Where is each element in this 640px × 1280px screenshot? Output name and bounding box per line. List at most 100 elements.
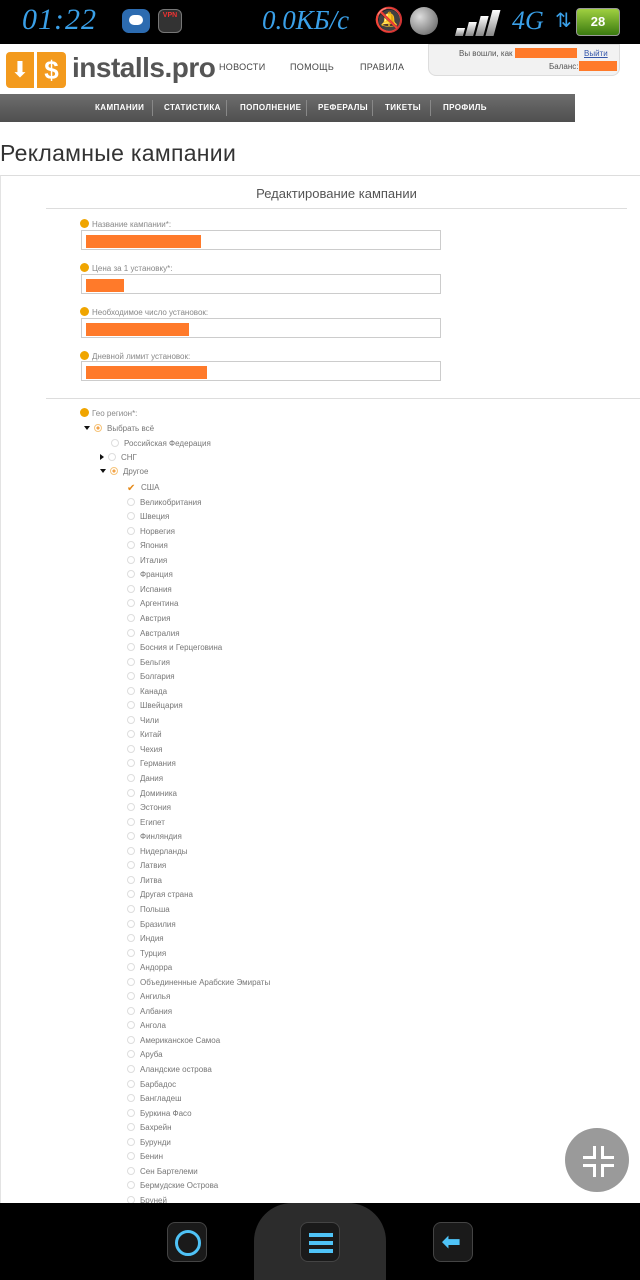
country-item[interactable]: Египет (127, 816, 165, 830)
country-checkbox[interactable] (127, 599, 135, 607)
country-checkbox[interactable] (127, 1152, 135, 1160)
country-checkbox[interactable] (127, 949, 135, 957)
country-checkbox[interactable] (127, 920, 135, 928)
country-checkbox[interactable] (127, 890, 135, 898)
help-icon[interactable] (80, 307, 89, 316)
country-checkbox[interactable] (127, 485, 136, 493)
country-checkbox[interactable] (127, 978, 135, 986)
country-checkbox[interactable] (127, 556, 135, 564)
install-price-input[interactable] (81, 274, 441, 294)
country-checkbox[interactable] (127, 585, 135, 593)
country-item[interactable]: Болгария (127, 670, 175, 684)
country-item[interactable]: Австралия (127, 627, 180, 641)
country-item[interactable]: Литва (127, 874, 162, 888)
help-icon[interactable] (80, 219, 89, 228)
country-checkbox[interactable] (127, 716, 135, 724)
country-item[interactable]: Китай (127, 728, 162, 742)
tree-checkbox[interactable] (108, 453, 116, 461)
tree-group-cis[interactable]: СНГ (100, 451, 137, 465)
country-item[interactable]: Бурунди (127, 1136, 171, 1150)
country-item[interactable]: Латвия (127, 859, 166, 873)
country-item[interactable]: Италия (127, 554, 167, 568)
logo-icon[interactable]: ⬇ $ (6, 52, 66, 88)
country-checkbox[interactable] (127, 745, 135, 753)
back-button[interactable]: ⬅ (433, 1222, 473, 1262)
country-item[interactable]: Эстония (127, 801, 171, 815)
main-nav-tickets[interactable]: ТИКЕТЫ (385, 103, 421, 112)
required-installs-input[interactable] (81, 318, 441, 338)
country-checkbox[interactable] (127, 789, 135, 797)
nav-link-news[interactable]: НОВОСТИ (219, 62, 265, 72)
country-checkbox[interactable] (127, 1050, 135, 1058)
country-item[interactable]: Чехия (127, 743, 162, 757)
country-checkbox[interactable] (127, 1007, 135, 1015)
country-checkbox[interactable] (127, 1181, 135, 1189)
country-checkbox[interactable] (127, 614, 135, 622)
nav-link-rules[interactable]: ПРАВИЛА (360, 62, 404, 72)
country-item[interactable]: Аландские острова (127, 1063, 212, 1077)
country-checkbox[interactable] (127, 1123, 135, 1131)
country-checkbox[interactable] (127, 934, 135, 942)
logout-link[interactable]: Выйти (584, 49, 608, 58)
country-item[interactable]: Аргентина (127, 597, 178, 611)
country-checkbox[interactable] (127, 803, 135, 811)
country-item[interactable]: Нидерланды (127, 845, 188, 859)
country-item[interactable]: Бельгия (127, 656, 170, 670)
home-button[interactable] (167, 1222, 207, 1262)
country-item[interactable]: Другая страна (127, 888, 193, 902)
country-item[interactable]: Канада (127, 685, 167, 699)
nav-link-help[interactable]: ПОМОЩЬ (290, 62, 334, 72)
country-item[interactable]: Финляндия (127, 830, 182, 844)
tree-group-other[interactable]: Другое (100, 465, 148, 479)
country-checkbox[interactable] (127, 730, 135, 738)
main-nav-profile[interactable]: ПРОФИЛЬ (443, 103, 487, 112)
country-checkbox[interactable] (127, 963, 135, 971)
country-item[interactable]: Бахрейн (127, 1121, 171, 1135)
country-item[interactable]: Доминика (127, 787, 177, 801)
country-item[interactable]: Буркина Фасо (127, 1107, 192, 1121)
country-item[interactable]: Германия (127, 757, 176, 771)
country-checkbox[interactable] (127, 1036, 135, 1044)
main-nav-topup[interactable]: ПОПОЛНЕНИЕ (240, 103, 301, 112)
country-checkbox[interactable] (127, 861, 135, 869)
country-item[interactable]: Ангилья (127, 990, 170, 1004)
country-checkbox[interactable] (127, 527, 135, 535)
country-item[interactable]: Сен Бартелеми (127, 1165, 198, 1179)
country-checkbox[interactable] (127, 541, 135, 549)
country-item[interactable]: Великобритания (127, 496, 201, 510)
country-item[interactable]: Чили (127, 714, 159, 728)
country-checkbox[interactable] (127, 512, 135, 520)
country-item[interactable]: США (127, 481, 159, 495)
country-item[interactable]: Барбадос (127, 1078, 176, 1092)
main-nav-statistics[interactable]: СТАТИСТИКА (164, 103, 221, 112)
country-checkbox[interactable] (127, 774, 135, 782)
country-checkbox[interactable] (127, 1080, 135, 1088)
country-checkbox[interactable] (127, 1138, 135, 1146)
country-checkbox[interactable] (127, 1065, 135, 1073)
country-checkbox[interactable] (127, 570, 135, 578)
country-item[interactable]: Албания (127, 1005, 172, 1019)
country-item[interactable]: Андорра (127, 961, 172, 975)
daily-limit-input[interactable] (81, 361, 441, 381)
country-item[interactable]: Турция (127, 947, 166, 961)
country-item[interactable]: Франция (127, 568, 173, 582)
country-item[interactable]: Испания (127, 583, 172, 597)
help-icon[interactable] (80, 408, 89, 417)
campaign-name-input[interactable] (81, 230, 441, 250)
country-checkbox[interactable] (127, 759, 135, 767)
country-checkbox[interactable] (127, 498, 135, 506)
country-checkbox[interactable] (127, 832, 135, 840)
tree-select-all[interactable]: Выбрать всё (84, 422, 154, 436)
country-item[interactable]: Аруба (127, 1048, 163, 1062)
tree-group-russia[interactable]: Российская Федерация (111, 437, 211, 451)
help-icon[interactable] (80, 351, 89, 360)
country-item[interactable]: Индия (127, 932, 164, 946)
help-icon[interactable] (80, 263, 89, 272)
tree-checkbox[interactable] (94, 424, 102, 432)
country-checkbox[interactable] (127, 1167, 135, 1175)
tree-checkbox[interactable] (111, 439, 119, 447)
exit-fullscreen-button[interactable] (565, 1128, 629, 1192)
country-item[interactable]: Объединенные Арабские Эмираты (127, 976, 270, 990)
country-checkbox[interactable] (127, 847, 135, 855)
country-item[interactable]: Босния и Герцеговина (127, 641, 222, 655)
